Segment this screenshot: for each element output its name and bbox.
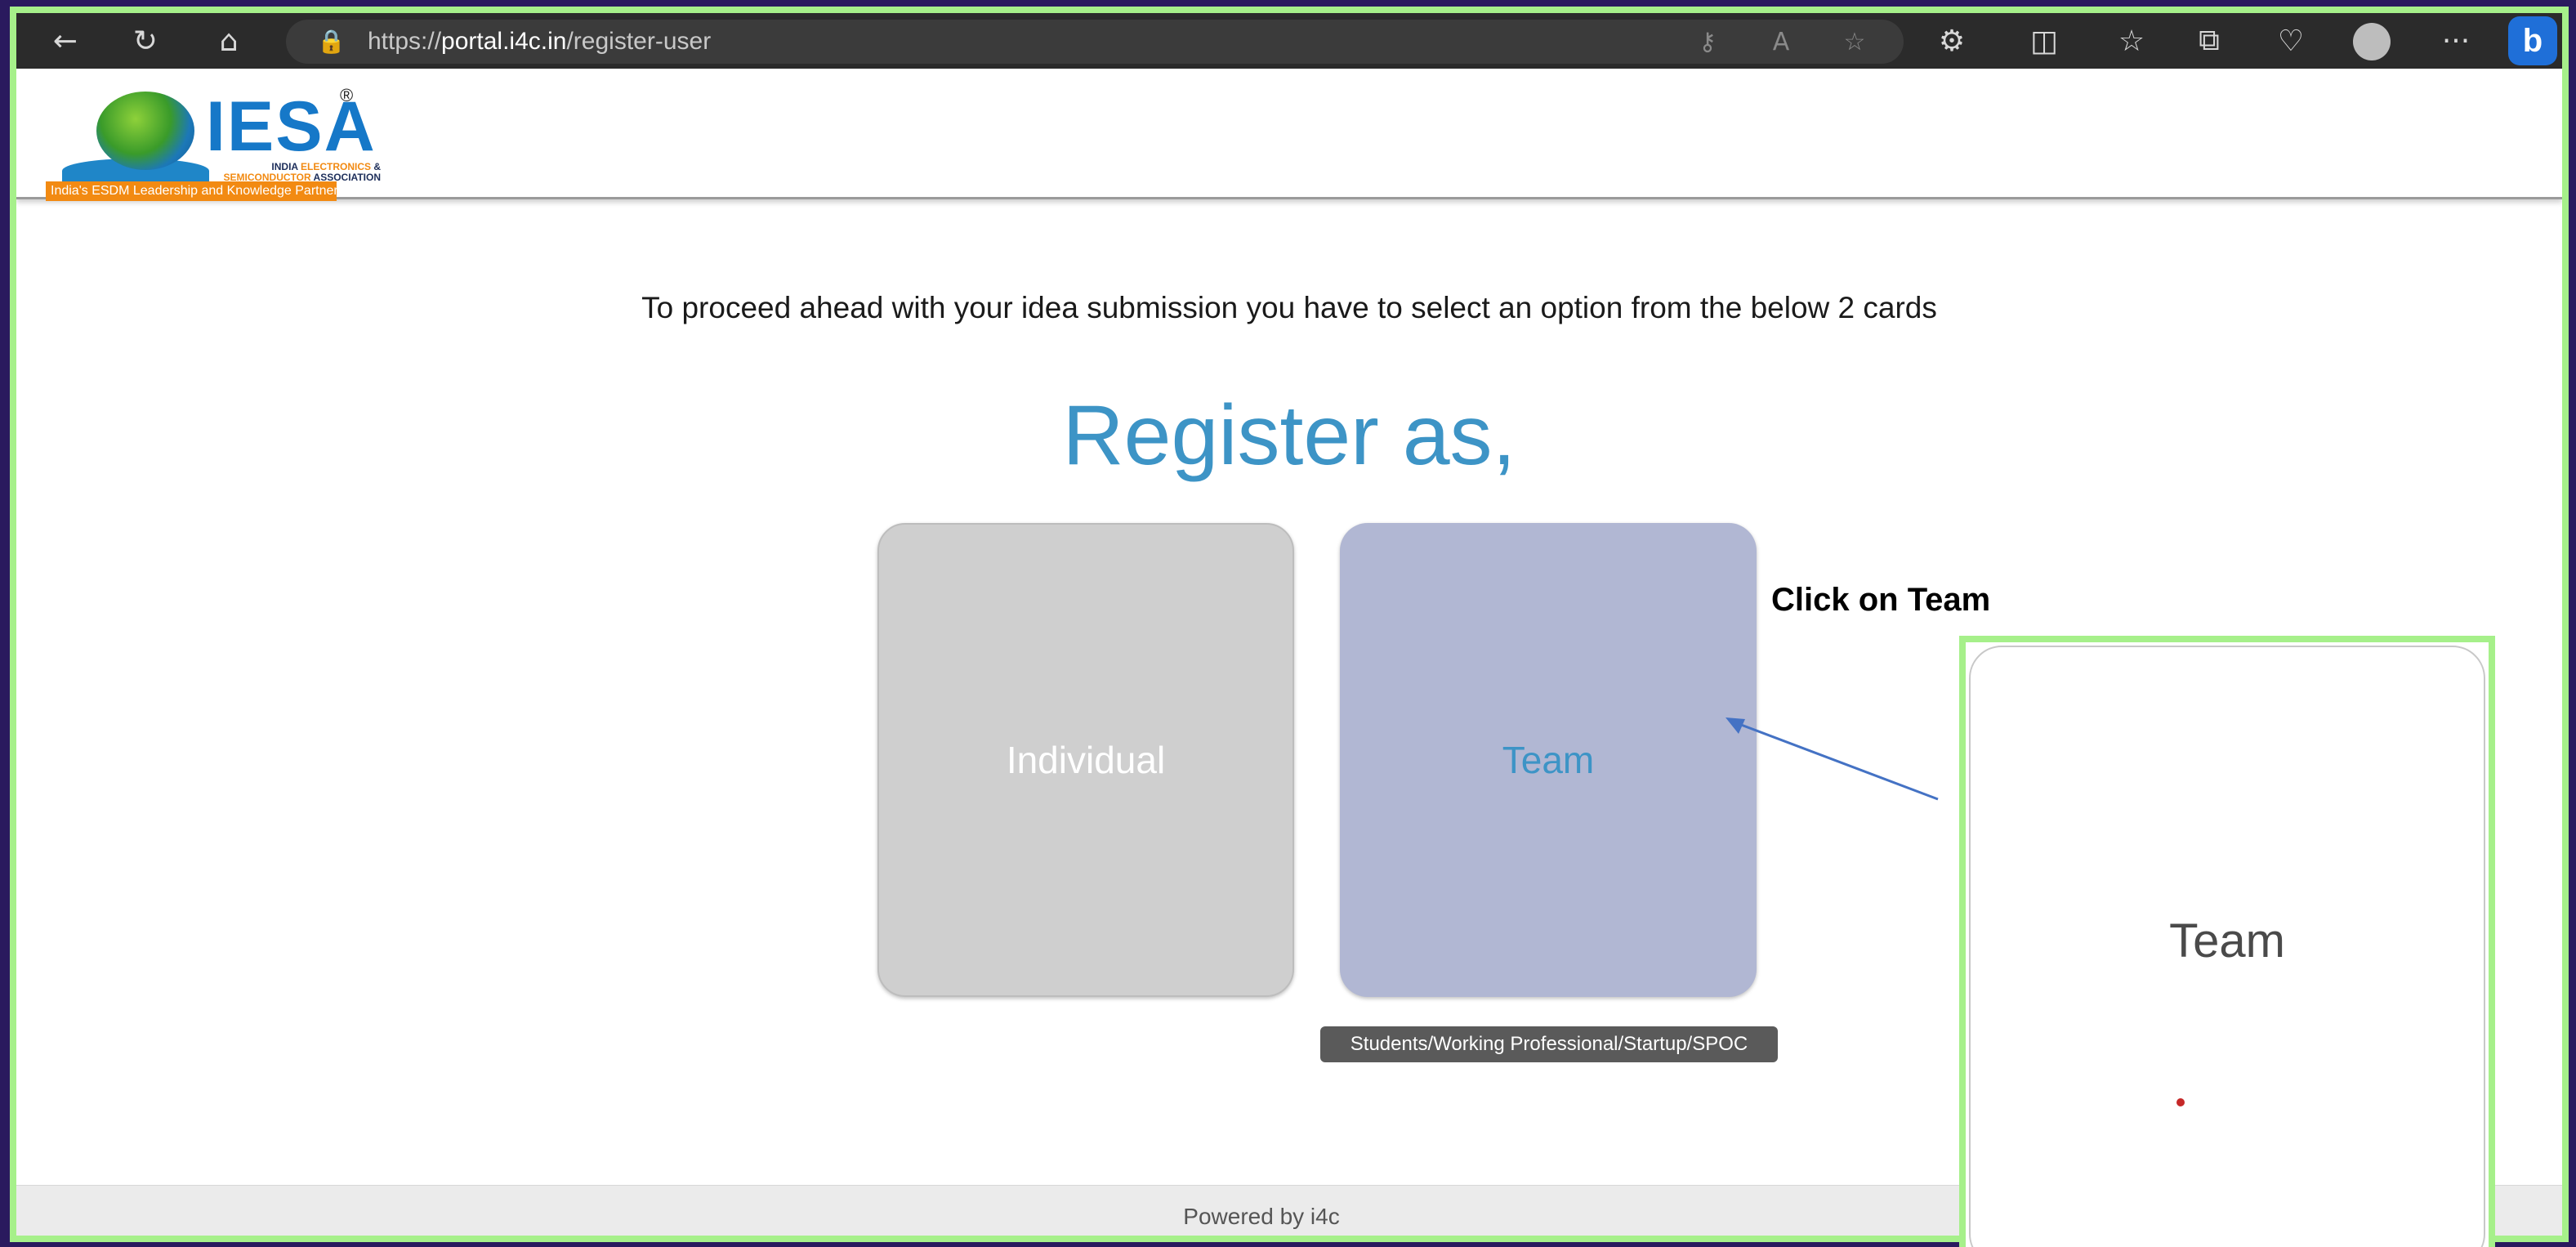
team-tooltip: Students/Working Professional/Startup/SP… <box>1320 1026 1778 1062</box>
individual-card-label: Individual <box>1006 739 1166 781</box>
address-bar[interactable]: 🔒 https://portal.i4c.in/register-user ⚷ … <box>286 20 1904 64</box>
team-card-label: Team <box>1502 739 1595 781</box>
lock-icon: 🔒 <box>317 28 346 55</box>
annotation-arrow <box>1726 717 1939 801</box>
logo-tagline: India's ESDM Leadership and Knowledge Pa… <box>46 181 338 201</box>
favorites-list-icon[interactable]: ☆ <box>2112 21 2151 60</box>
browser-toolbar: ← ↻ ⌂ 🔒 https://portal.i4c.in/register-u… <box>16 13 2562 69</box>
home-icon[interactable]: ⌂ <box>209 21 248 60</box>
instruction-text: To proceed ahead with your idea submissi… <box>641 291 1937 324</box>
team-card[interactable]: Team <box>1340 523 1757 997</box>
collections-icon[interactable]: ⧉ <box>2190 21 2229 60</box>
page-title: Register as, <box>1062 388 1516 483</box>
extensions-icon[interactable]: ⚙ <box>1932 21 1971 60</box>
health-icon[interactable]: ♡ <box>2271 21 2310 60</box>
zoom-team-card: Team <box>1969 646 2485 1247</box>
arrow-line <box>1730 719 1939 801</box>
key-icon[interactable]: ⚷ <box>1691 26 1724 59</box>
individual-card[interactable]: Individual <box>877 523 1294 997</box>
profile-icon[interactable] <box>2353 23 2391 60</box>
split-screen-icon[interactable]: ◫ <box>2025 21 2064 60</box>
more-icon[interactable]: ··· <box>2436 21 2476 60</box>
registered-mark: ® <box>340 85 354 105</box>
site-header: IESA ® INDIA ELECTRONICS & SEMICONDUCTOR… <box>16 69 2562 201</box>
iesa-logo[interactable]: IESA ® INDIA ELECTRONICS & SEMICONDUCTOR… <box>46 80 381 201</box>
refresh-icon[interactable]: ↻ <box>126 21 165 60</box>
annotation-instruction: Click on Team <box>1771 582 1991 618</box>
zoom-team-label: Team <box>2169 914 2285 968</box>
zoom-callout: Team <box>1959 636 2495 1247</box>
click-point-marker <box>2176 1098 2185 1106</box>
globe-icon <box>96 92 194 170</box>
back-icon[interactable]: ← <box>46 21 85 60</box>
logo-subtitle: INDIA ELECTRONICS & SEMICONDUCTOR ASSOCI… <box>223 161 381 183</box>
bing-icon[interactable]: b <box>2508 16 2557 65</box>
url-text: https://portal.i4c.in/register-user <box>368 28 712 55</box>
arrow-head <box>1726 717 1745 734</box>
favorite-icon[interactable]: ☆ <box>1838 26 1871 59</box>
read-aloud-icon[interactable]: A <box>1765 26 1797 59</box>
